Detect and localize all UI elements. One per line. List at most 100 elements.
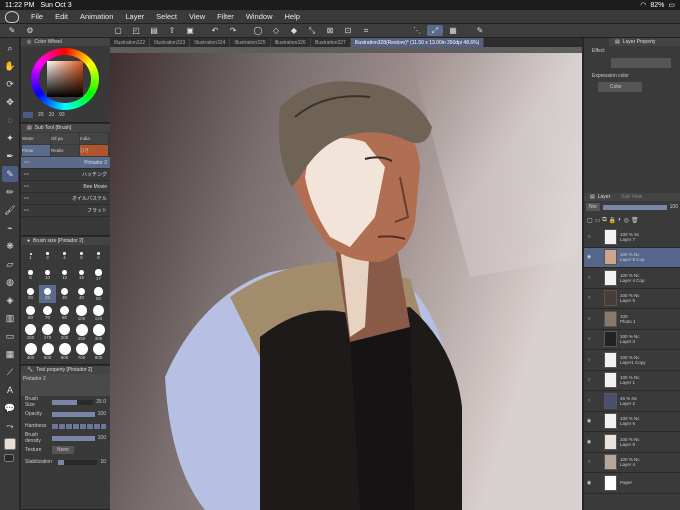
tab-document[interactable]: Illustration323: [150, 38, 191, 47]
visibility-eye-icon[interactable]: ○: [584, 377, 594, 383]
save-icon[interactable]: ▤: [146, 25, 162, 36]
menu-layer[interactable]: Layer: [119, 12, 150, 21]
menu-help[interactable]: Help: [279, 12, 306, 21]
brush-size-option[interactable]: 10: [39, 266, 56, 284]
brush-size-option[interactable]: 3: [39, 247, 56, 265]
balloon-icon[interactable]: 💬: [2, 400, 18, 416]
visibility-eye-icon[interactable]: ○: [584, 398, 594, 404]
brush-size-option[interactable]: 6: [90, 247, 107, 265]
brush-item[interactable]: 〰ハッチング: [21, 169, 110, 181]
eyedropper-icon[interactable]: ✒: [2, 148, 18, 164]
painting-canvas[interactable]: [110, 47, 582, 510]
pen-tool-icon[interactable]: ✎: [2, 166, 18, 182]
snap-special-ruler-icon[interactable]: ⤢: [427, 25, 443, 36]
menu-window[interactable]: Window: [240, 12, 279, 21]
brush-size-option[interactable]: 4: [56, 247, 73, 265]
opacity-row[interactable]: Opacity 100: [21, 408, 110, 420]
tab-active-document[interactable]: Illustration328(Restore)* (11.50 x 13.00…: [350, 38, 485, 47]
deselect-icon[interactable]: ⊠: [322, 25, 338, 36]
layer-row[interactable]: ○ 100 % Nc Layer 5: [584, 289, 680, 309]
brush-size-option[interactable]: 25: [39, 285, 56, 303]
stabilization-row[interactable]: Stabilization 10: [21, 456, 110, 468]
hand-icon[interactable]: ✋: [2, 58, 18, 74]
brush-size-option[interactable]: 100: [73, 304, 90, 322]
hue-ring[interactable]: [31, 48, 99, 110]
gradient-icon[interactable]: ▥: [2, 310, 18, 326]
layer-row[interactable]: ○ 100 % Nc Layer 3: [584, 330, 680, 350]
blend-mode-select[interactable]: Nor: [586, 203, 601, 211]
delete-layer-icon[interactable]: 🗑: [631, 217, 639, 224]
tab-document[interactable]: Illustration322: [110, 38, 151, 47]
brush-size-option[interactable]: 170: [39, 323, 56, 341]
zoom-icon[interactable]: ⌕: [2, 40, 18, 56]
tab-document[interactable]: Illustration327: [311, 38, 351, 47]
visibility-eye-icon[interactable]: ◉: [584, 480, 594, 486]
sub-color-swatch[interactable]: [4, 454, 14, 462]
crop-icon[interactable]: ⌗: [358, 25, 374, 36]
export-icon[interactable]: ⇪: [164, 25, 180, 36]
brush-size-option[interactable]: 50: [90, 285, 107, 303]
visibility-eye-icon[interactable]: ○: [584, 275, 594, 281]
clip-icon[interactable]: ⧉: [602, 217, 606, 224]
brush-size-option[interactable]: 120: [90, 304, 107, 322]
snap-ruler-icon[interactable]: ⋱: [409, 25, 425, 36]
decoration-icon[interactable]: ❋: [2, 238, 18, 254]
layer-opacity-value[interactable]: 100: [670, 204, 678, 210]
brush-size-option[interactable]: 500: [39, 342, 56, 360]
layer-row[interactable]: ○ 100 % Nc Layer 4: [584, 453, 680, 473]
expression-color-select[interactable]: Color: [598, 82, 642, 92]
saturation-value[interactable]: 10: [49, 112, 55, 118]
pencil-icon[interactable]: ✏: [2, 184, 18, 200]
undo-icon[interactable]: ↶: [207, 25, 223, 36]
brush-size-option[interactable]: 400: [22, 342, 39, 360]
fill-icon[interactable]: ◆: [286, 25, 302, 36]
transform-icon[interactable]: ⤡: [304, 25, 320, 36]
brush-size-option[interactable]: 30: [56, 285, 73, 303]
brush-size-option[interactable]: 5: [73, 247, 90, 265]
group-tab[interactable]: ひき: [80, 145, 108, 156]
brush-size-option[interactable]: 60: [22, 304, 39, 322]
clear-icon[interactable]: ◇: [268, 25, 284, 36]
frame-icon[interactable]: ▦: [2, 346, 18, 362]
brush-item-selected[interactable]: 〰 Pintador 2: [21, 157, 110, 169]
lock-icon[interactable]: 🔒: [609, 217, 616, 224]
brush-size-option[interactable]: 40: [73, 285, 90, 303]
new-canvas-icon[interactable]: ▢: [110, 25, 126, 36]
visibility-eye-icon[interactable]: ○: [584, 336, 594, 342]
pen-icon[interactable]: ✎: [4, 25, 20, 36]
menu-file[interactable]: File: [25, 12, 49, 21]
brush-size-option[interactable]: 15: [73, 266, 90, 284]
brush-size-option[interactable]: 17: [90, 266, 107, 284]
menu-animation[interactable]: Animation: [74, 12, 119, 21]
effect-button[interactable]: [611, 58, 671, 68]
fill-tool-icon[interactable]: ◈: [2, 292, 18, 308]
tab-document[interactable]: Illustration326: [271, 38, 311, 47]
brush-size-option[interactable]: 700: [73, 342, 90, 360]
group-tab[interactable]: India: [80, 133, 108, 144]
layer-row[interactable]: ◉ 100 % Nc Layer 8: [584, 432, 680, 453]
eraser-icon[interactable]: ▱: [2, 256, 18, 272]
tab-document[interactable]: Illustration325: [230, 38, 271, 47]
group-tab[interactable]: Realis: [51, 145, 79, 156]
brightness-value[interactable]: 93: [59, 112, 65, 118]
group-tab-active[interactable]: Pintar: [22, 145, 50, 156]
hardness-row[interactable]: Hardness: [21, 420, 110, 432]
layer-row[interactable]: ◉ Paper: [584, 473, 680, 494]
ruler-icon[interactable]: ⟋: [2, 364, 18, 380]
new-layer-icon[interactable]: ▢: [587, 217, 593, 224]
brush-item[interactable]: 〰フラット: [21, 205, 110, 217]
layer-row[interactable]: ○ 100 % Nc Layer 4 Cop: [584, 268, 680, 289]
snap-grid-icon[interactable]: ▦: [445, 25, 461, 36]
brush-size-option[interactable]: 150: [22, 323, 39, 341]
rotate-icon[interactable]: ⟳: [2, 76, 18, 92]
brush-size-option[interactable]: 600: [56, 342, 73, 360]
brush-size-option[interactable]: 20: [22, 285, 39, 303]
selection-icon[interactable]: ◯: [250, 25, 266, 36]
texture-row[interactable]: Texture None: [21, 444, 110, 456]
brush-density-row[interactable]: Brush density 100: [21, 432, 110, 444]
open-icon[interactable]: ◰: [128, 25, 144, 36]
visibility-eye-icon[interactable]: ○: [584, 357, 594, 363]
brush-size-option[interactable]: 70: [39, 304, 56, 322]
layer-row[interactable]: ○ 46 % Nc Layer 2: [584, 391, 680, 412]
hue-value[interactable]: 20: [38, 112, 44, 118]
